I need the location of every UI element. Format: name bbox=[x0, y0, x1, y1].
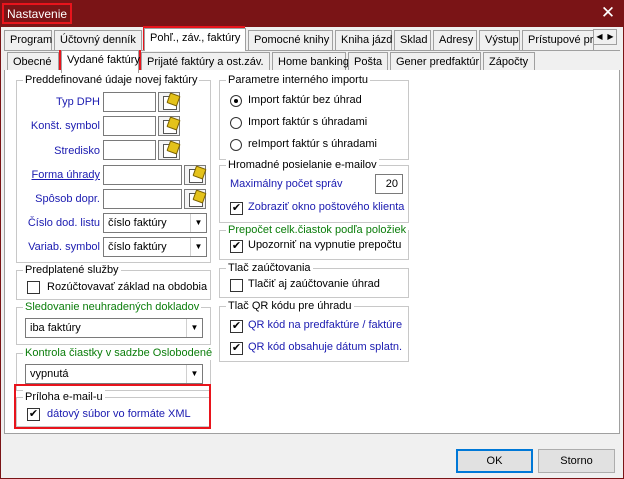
group-title: Parametre interného importu bbox=[226, 73, 371, 87]
scroll-right-icon[interactable]: ▶ bbox=[605, 30, 616, 44]
kontrola-value: vypnutá bbox=[30, 368, 69, 380]
label-variab-symbol: Variab. symbol bbox=[28, 241, 100, 253]
rozuctovavat-checkbox[interactable] bbox=[27, 281, 40, 294]
typ-dph-input[interactable] bbox=[103, 92, 156, 112]
group-tlac-qr: Tlač QR kódu pre úhradu ✔ QR kód na pred… bbox=[219, 299, 409, 362]
group-preddefinovane: Preddefinované údaje novej faktúry Typ D… bbox=[16, 73, 211, 263]
tlacit-uhrad-checkbox[interactable] bbox=[230, 279, 243, 292]
max-sprav-input[interactable]: 20 bbox=[375, 174, 403, 194]
cislo-dod-listu-value: číslo faktúry bbox=[108, 217, 167, 229]
forma-uhrady-picker-icon[interactable] bbox=[184, 165, 206, 185]
label-sposob-dopr: Spôsob dopr. bbox=[35, 193, 100, 205]
group-hromadne: Hromadné posielanie e-mailov Maximálny p… bbox=[219, 158, 409, 223]
tab-adresy[interactable]: Adresy bbox=[433, 30, 477, 50]
group-kontrola: Kontrola čiastky v sadzbe Oslobodené vyp… bbox=[16, 346, 215, 391]
qr-datum-label: QR kód obsahuje dátum splatn. bbox=[248, 341, 403, 353]
tab-pohl-zav-faktury[interactable]: Pohľ., záv., faktúry bbox=[144, 28, 246, 51]
import-option-label-2: Import faktúr s úhradami bbox=[248, 116, 368, 128]
qr-faktura-label: QR kód na predfaktúre / faktúre bbox=[248, 319, 403, 331]
max-sprav-label: Maximálny počet správ bbox=[230, 178, 343, 190]
tab-scroll-buttons: ◀ ▶ bbox=[593, 29, 617, 45]
group-title: Sledovanie neuhradených dokladov bbox=[23, 300, 202, 314]
chevron-down-icon[interactable]: ▼ bbox=[186, 319, 202, 337]
sledovanie-select[interactable]: iba faktúry ▼ bbox=[25, 318, 203, 338]
window-title: Nastavenie bbox=[2, 3, 73, 24]
storno-button[interactable]: Storno bbox=[538, 449, 615, 473]
chevron-down-icon[interactable]: ▼ bbox=[190, 214, 206, 232]
import-option-label-3: reImport faktúr s úhradami bbox=[248, 138, 377, 150]
stredisko-picker-icon[interactable] bbox=[158, 140, 180, 160]
priloha-xml-label: dátový súbor vo formáte XML bbox=[47, 408, 191, 420]
cislo-dod-listu-select[interactable]: číslo faktúry ▼ bbox=[103, 213, 207, 233]
scroll-left-icon[interactable]: ◀ bbox=[594, 30, 605, 44]
tab-pomocne-knihy[interactable]: Pomocné knihy bbox=[248, 30, 333, 50]
zobrazit-okno-checkbox[interactable]: ✔ bbox=[230, 202, 243, 215]
settings-window: Nastavenie ✕ Program Účtovný denník Pohľ… bbox=[0, 0, 624, 479]
import-option-radio-3[interactable] bbox=[230, 139, 242, 151]
upozornit-label: Upozorniť na vypnutie prepočtu bbox=[248, 239, 402, 251]
group-predplatene: Predplatené služby Rozúčtovavať základ n… bbox=[16, 263, 211, 300]
tab-zapocty[interactable]: Zápočty bbox=[483, 52, 535, 72]
group-title: Hromadné posielanie e-mailov bbox=[226, 158, 379, 172]
variab-symbol-select[interactable]: číslo faktúry ▼ bbox=[103, 237, 207, 257]
rozuctovavat-label: Rozúčtovavať základ na obdobia bbox=[47, 281, 208, 293]
tab-obecne[interactable]: Obecné bbox=[7, 52, 59, 72]
tab-vystup[interactable]: Výstup bbox=[479, 30, 520, 50]
group-title: Prepočet celk.čiastok podľa položiek bbox=[226, 223, 409, 237]
upozornit-checkbox[interactable]: ✔ bbox=[230, 240, 243, 253]
title-bar: Nastavenie ✕ bbox=[1, 1, 623, 27]
tab-sklad[interactable]: Sklad bbox=[394, 30, 431, 50]
sposob-dopr-picker-icon[interactable] bbox=[184, 189, 206, 209]
group-title: Tlač zaúčtovania bbox=[226, 261, 313, 275]
variab-symbol-value: číslo faktúry bbox=[108, 241, 167, 253]
group-import: Parametre interného importu Import faktú… bbox=[219, 73, 409, 160]
label-typ-dph: Typ DPH bbox=[55, 96, 100, 108]
zobrazit-okno-label: Zobraziť okno poštového klienta bbox=[248, 201, 405, 213]
qr-faktura-checkbox[interactable]: ✔ bbox=[230, 320, 243, 333]
priloha-xml-checkbox[interactable]: ✔ bbox=[27, 408, 40, 421]
group-title: Predplatené služby bbox=[23, 263, 121, 277]
tab-home-banking[interactable]: Home banking bbox=[272, 52, 349, 72]
tab-vydane-faktury[interactable]: Vydané faktúry bbox=[61, 50, 140, 73]
konst-symbol-picker-icon[interactable] bbox=[158, 116, 180, 136]
vydane-faktury-panel: Preddefinované údaje novej faktúry Typ D… bbox=[4, 70, 620, 434]
label-forma-uhrady: Forma úhrady bbox=[31, 169, 100, 181]
tab-gener-predfaktur[interactable]: Gener predfaktúr bbox=[390, 52, 481, 72]
ok-button[interactable]: OK bbox=[456, 449, 533, 473]
chevron-down-icon[interactable]: ▼ bbox=[186, 365, 202, 383]
group-tlac-zauctovania: Tlač zaúčtovania Tlačiť aj zaúčtovanie ú… bbox=[219, 261, 409, 298]
stredisko-input[interactable] bbox=[103, 140, 156, 160]
group-title: Tlač QR kódu pre úhradu bbox=[226, 299, 354, 313]
group-sledovanie: Sledovanie neuhradených dokladov iba fak… bbox=[16, 300, 211, 345]
konst-symbol-input[interactable] bbox=[103, 116, 156, 136]
tab-program[interactable]: Program bbox=[4, 30, 52, 50]
qr-datum-checkbox[interactable]: ✔ bbox=[230, 342, 243, 355]
chevron-down-icon[interactable]: ▼ bbox=[190, 238, 206, 256]
forma-uhrady-input[interactable] bbox=[103, 165, 182, 185]
kontrola-select[interactable]: vypnutá ▼ bbox=[25, 364, 203, 384]
tab-uctovny-dennik[interactable]: Účtovný denník bbox=[54, 30, 142, 50]
sposob-dopr-input[interactable] bbox=[103, 189, 182, 209]
import-option-radio-1[interactable] bbox=[230, 95, 242, 107]
close-icon[interactable]: ✕ bbox=[597, 3, 619, 25]
tab-posta[interactable]: Pošta bbox=[348, 52, 388, 72]
typ-dph-picker-icon[interactable] bbox=[158, 92, 180, 112]
tlacit-uhrad-label: Tlačiť aj zaúčtovanie úhrad bbox=[248, 278, 380, 290]
group-title: Kontrola čiastky v sadzbe Oslobodené bbox=[23, 346, 215, 360]
group-priloha: Príloha e-mail-u ✔ dátový súbor vo formá… bbox=[16, 390, 211, 427]
label-konst-symbol: Konšt. symbol bbox=[30, 120, 100, 132]
import-option-label-1: Import faktúr bez úhrad bbox=[248, 94, 362, 106]
label-cislo-dod-listu: Číslo dod. listu bbox=[27, 217, 100, 229]
tab-pristupove-prava[interactable]: Prístupové pr bbox=[522, 30, 594, 50]
group-prepocet: Prepočet celk.čiastok podľa položiek ✔ U… bbox=[219, 223, 409, 260]
import-option-radio-2[interactable] bbox=[230, 117, 242, 129]
group-title: Príloha e-mail-u bbox=[23, 390, 105, 404]
label-stredisko: Stredisko bbox=[54, 145, 100, 157]
group-title: Preddefinované údaje novej faktúry bbox=[23, 73, 200, 87]
tab-prijate-faktury[interactable]: Prijaté faktúry a ost.záv. bbox=[141, 52, 270, 72]
sledovanie-value: iba faktúry bbox=[30, 322, 81, 334]
tab-kniha-jazd[interactable]: Kniha jázd bbox=[335, 30, 392, 50]
